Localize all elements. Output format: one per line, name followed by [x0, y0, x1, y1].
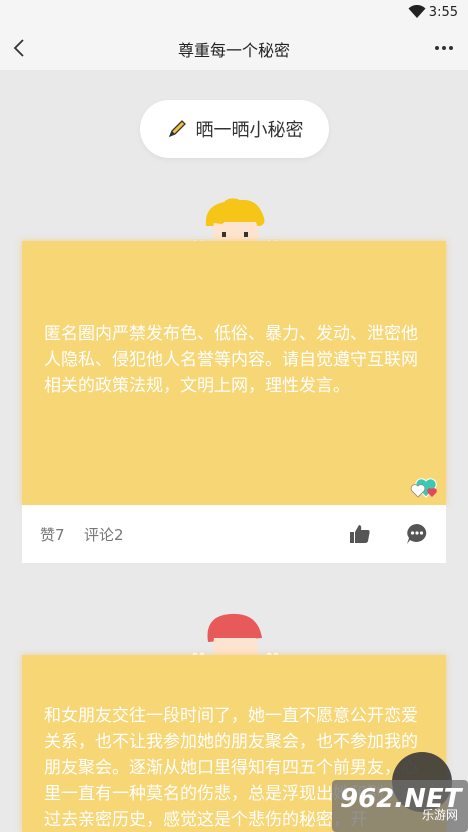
status-time: 3:55 [428, 5, 458, 20]
hearts-icon [410, 478, 437, 498]
post-card[interactable]: 匿名圈内严禁发布色、低俗、暴力、发动、泄密他人隐私、侵犯他人名誉等内容。请自觉遵… [22, 241, 446, 563]
share-secret-label: 晒一晒小秘密 [195, 120, 304, 141]
more-menu-icon[interactable] [430, 34, 458, 62]
comment-count[interactable]: 评论2 [84, 524, 124, 545]
post-note: 匿名圈内严禁发布色、低俗、暴力、发动、泄密他人隐私、侵犯他人名誉等内容。请自觉遵… [22, 241, 446, 505]
nav-bar: 尊重每一个秘密 [0, 26, 468, 70]
red-hair-character-icon [191, 613, 280, 660]
status-bar: 3:55 [0, 0, 468, 26]
thumbs-up-icon[interactable] [348, 522, 372, 546]
pencil-icon [168, 120, 186, 138]
post-footer: 赞7 评论2 [22, 505, 446, 563]
wifi-icon [408, 5, 426, 18]
share-secret-button[interactable]: 晒一晒小秘密 [140, 100, 329, 158]
like-count: 赞7 [40, 526, 65, 544]
watermark-sub: 乐游网 [421, 808, 458, 822]
page-title: 尊重每一个秘密 [177, 41, 290, 60]
site-watermark: 962.NET 乐游网 [332, 780, 468, 832]
post-text: 匿名圈内严禁发布色、低俗、暴力、发动、泄密他人隐私、侵犯他人名誉等内容。请自觉遵… [44, 324, 418, 396]
comment-bubble-icon[interactable] [404, 521, 430, 547]
